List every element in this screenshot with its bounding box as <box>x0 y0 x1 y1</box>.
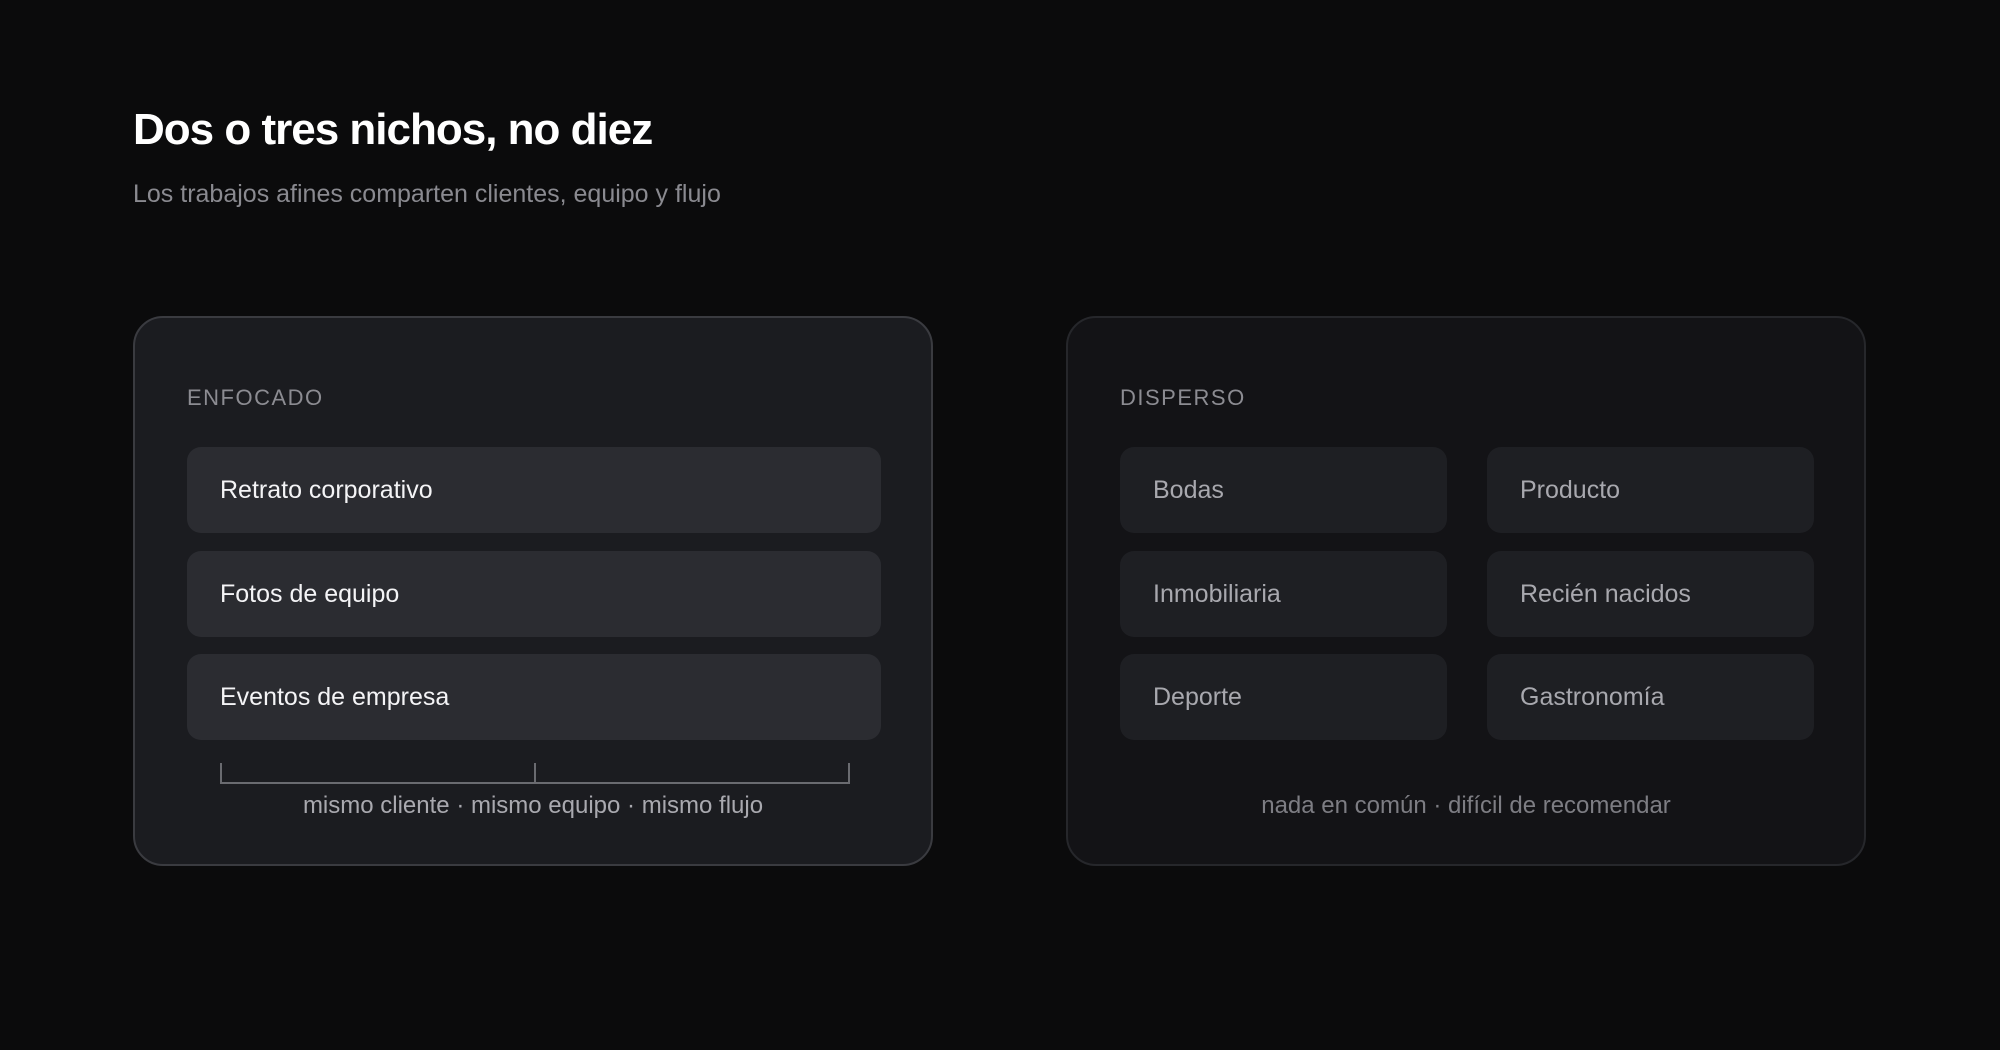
scattered-card-label: DISPERSO <box>1120 385 1246 410</box>
niche-item: Eventos de empresa <box>187 654 881 740</box>
focused-card: ENFOCADO Retrato corporativo Fotos de eq… <box>133 316 933 866</box>
page-subtitle: Los trabajos afines comparten clientes, … <box>133 180 721 208</box>
niche-item: Inmobiliaria <box>1120 551 1447 637</box>
page-title: Dos o tres nichos, no diez <box>133 105 653 154</box>
scattered-card: DISPERSO Bodas Producto Inmobiliaria Rec… <box>1066 316 1866 866</box>
connector-bracket <box>220 763 850 784</box>
niche-item: Retrato corporativo <box>187 447 881 533</box>
scattered-card-footer: nada en común · difícil de recomendar <box>1261 792 1671 819</box>
niche-item: Deporte <box>1120 654 1447 740</box>
niche-item: Bodas <box>1120 447 1447 533</box>
niche-item: Producto <box>1487 447 1814 533</box>
niche-item: Gastronomía <box>1487 654 1814 740</box>
niche-item: Fotos de equipo <box>187 551 881 637</box>
focused-card-footer: mismo cliente · mismo equipo · mismo flu… <box>302 792 764 819</box>
focused-card-label: ENFOCADO <box>187 385 324 410</box>
niche-item: Recién nacidos <box>1487 551 1814 637</box>
